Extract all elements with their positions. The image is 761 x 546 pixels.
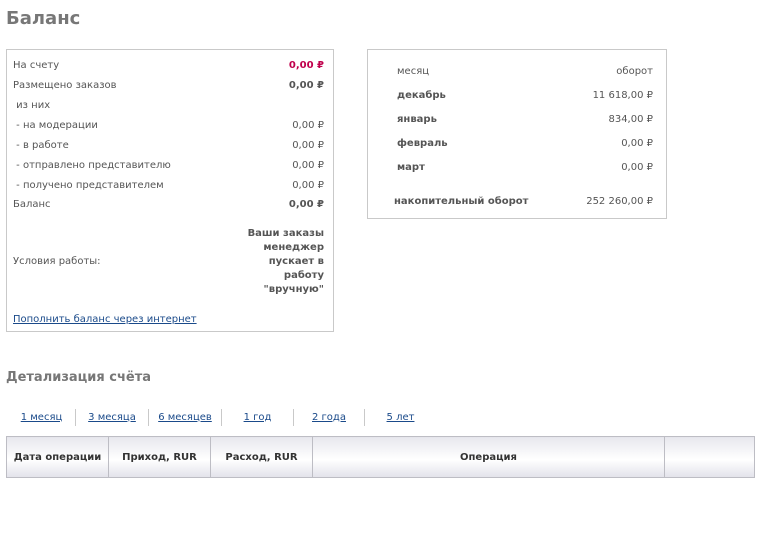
cumulative-turnover-value: 252 260,00 ₽ <box>586 196 653 207</box>
on-account-value: 0,00 ₽ <box>288 60 324 71</box>
sent-to-rep-value: 0,00 ₽ <box>292 160 324 171</box>
operations-table: Дата операции Приход, RUR Расход, RUR Оп… <box>6 436 755 478</box>
month-march-label: март <box>397 162 425 173</box>
topup-balance-link[interactable]: Пополнить баланс через интернет <box>13 314 197 325</box>
of-them-label: из них <box>13 100 51 111</box>
period-tabs: 1 месяц 3 месяца 6 месяцев 1 год 2 года … <box>8 408 436 426</box>
month-january-value: 834,00 ₽ <box>608 114 653 125</box>
month-february-label: февраль <box>397 138 448 149</box>
in-work-label: - в работе <box>13 140 69 151</box>
period-tab-1-month[interactable]: 1 месяц <box>8 408 76 426</box>
column-header-operation[interactable]: Операция <box>312 436 665 478</box>
balance-value: 0,00 ₽ <box>288 199 324 210</box>
column-header-income[interactable]: Приход, RUR <box>108 436 211 478</box>
on-account-label: На счету <box>13 60 60 71</box>
balance-summary-panel: На счету 0,00 ₽ Размещено заказов 0,00 ₽… <box>6 49 334 332</box>
period-tab-6-months[interactable]: 6 месяцев <box>149 408 222 426</box>
month-march-value: 0,00 ₽ <box>621 162 653 173</box>
received-by-rep-label: - получено представителем <box>13 180 164 191</box>
month-december-label: декабрь <box>397 90 446 101</box>
cumulative-turnover-label: накопительный оборот <box>394 196 529 207</box>
orders-placed-label: Размещено заказов <box>13 80 117 91</box>
in-work-value: 0,00 ₽ <box>292 140 324 151</box>
page-title: Баланс <box>6 8 81 29</box>
column-header-date[interactable]: Дата операции <box>6 436 109 478</box>
month-december-value: 11 618,00 ₽ <box>592 90 653 101</box>
orders-placed-value: 0,00 ₽ <box>288 80 324 91</box>
turnover-column-header: оборот <box>616 66 653 77</box>
received-by-rep-value: 0,00 ₽ <box>292 180 324 191</box>
turnover-panel: месяц оборот декабрь 11 618,00 ₽ январь … <box>367 49 667 219</box>
conditions-value: Ваши заказы менеджер пускает в работу "в… <box>247 228 324 295</box>
month-january-label: январь <box>397 114 437 125</box>
period-tab-5-years[interactable]: 5 лет <box>365 409 436 426</box>
period-tab-2-years[interactable]: 2 года <box>294 408 365 426</box>
month-february-value: 0,00 ₽ <box>621 138 653 149</box>
column-header-expense[interactable]: Расход, RUR <box>210 436 313 478</box>
column-header-empty <box>664 436 755 478</box>
operations-table-header-row: Дата операции Приход, RUR Расход, RUR Оп… <box>6 436 755 478</box>
account-details-title: Детализация счёта <box>6 370 152 385</box>
period-tab-1-year[interactable]: 1 год <box>222 408 294 426</box>
period-tab-3-months[interactable]: 3 месяца <box>76 408 149 426</box>
sent-to-rep-label: - отправлено представителю <box>13 160 171 171</box>
conditions-label: Условия работы: <box>13 256 101 267</box>
moderation-value: 0,00 ₽ <box>292 120 324 131</box>
moderation-label: - на модерации <box>13 120 98 131</box>
month-column-header: месяц <box>397 66 430 77</box>
balance-label: Баланс <box>13 199 51 210</box>
